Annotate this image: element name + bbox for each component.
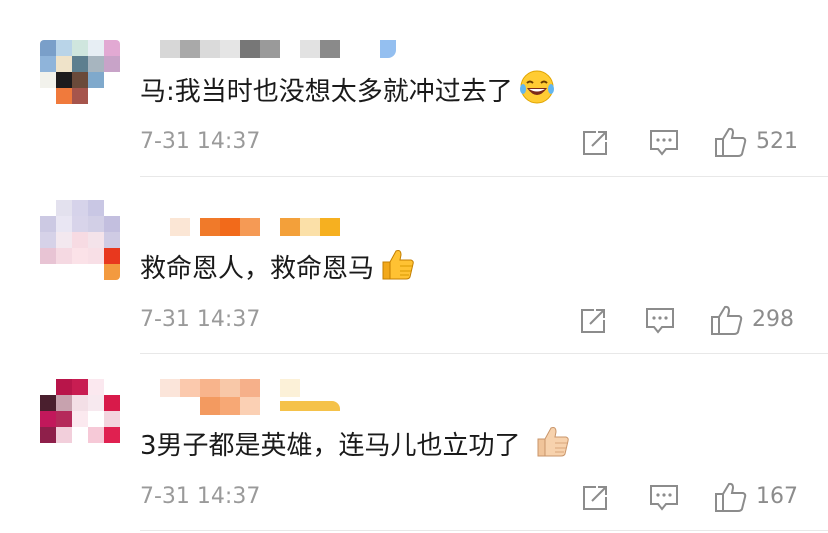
- reply-button[interactable]: [644, 306, 676, 336]
- comment-icon: [650, 130, 678, 156]
- like-button[interactable]: 298: [710, 304, 794, 336]
- comment-item: 3男子都是英雄，连马儿也立功了 7-31 14:37 167: [0, 355, 828, 533]
- share-icon: [583, 486, 607, 510]
- comment-text-content: 救命恩人，救命恩马: [140, 253, 375, 284]
- divider: [140, 353, 828, 354]
- comment-time: 7-31 14:37: [140, 484, 261, 509]
- like-count: 521: [756, 129, 798, 154]
- comment-item: 马:我当时也没想太多就冲过去了 7-31 14:37 521: [0, 0, 828, 178]
- thumbs-up-outline-icon: [715, 127, 747, 157]
- share-button[interactable]: [580, 483, 610, 513]
- like-button[interactable]: 167: [714, 481, 798, 513]
- comment-text-content: 马:我当时也没想太多就冲过去了: [140, 76, 513, 107]
- thumbs-up-pale-icon: [535, 423, 571, 468]
- comment-time: 7-31 14:37: [140, 129, 261, 154]
- avatar[interactable]: [40, 40, 120, 120]
- share-button[interactable]: [578, 306, 608, 336]
- comment-text-content: 3男子都是英雄，连马儿也立功了: [140, 430, 521, 461]
- comment-text: 马:我当时也没想太多就冲过去了: [140, 69, 555, 114]
- comment-icon: [650, 485, 678, 511]
- like-count: 167: [756, 484, 798, 509]
- thumbs-up-outline-icon: [711, 305, 743, 335]
- reply-button[interactable]: [648, 483, 680, 513]
- comment-text: 3男子都是英雄，连马儿也立功了: [140, 423, 571, 468]
- comment-time: 7-31 14:37: [140, 307, 261, 332]
- thumbs-up-outline-icon: [715, 482, 747, 512]
- share-icon: [581, 309, 605, 333]
- comment-item: 救命恩人，救命恩马 7-31 14:37 298: [0, 178, 828, 355]
- like-button[interactable]: 521: [714, 126, 798, 158]
- comment-text: 救命恩人，救命恩马: [140, 246, 416, 291]
- laughing-tears-icon: [519, 69, 555, 114]
- share-button[interactable]: [580, 128, 610, 158]
- comment-icon: [646, 308, 674, 334]
- thumbs-up-icon: [380, 246, 416, 291]
- divider: [140, 530, 828, 531]
- share-icon: [583, 131, 607, 155]
- like-count: 298: [752, 307, 794, 332]
- avatar[interactable]: [40, 379, 120, 459]
- avatar[interactable]: [40, 200, 120, 280]
- reply-button[interactable]: [648, 128, 680, 158]
- divider: [140, 176, 828, 177]
